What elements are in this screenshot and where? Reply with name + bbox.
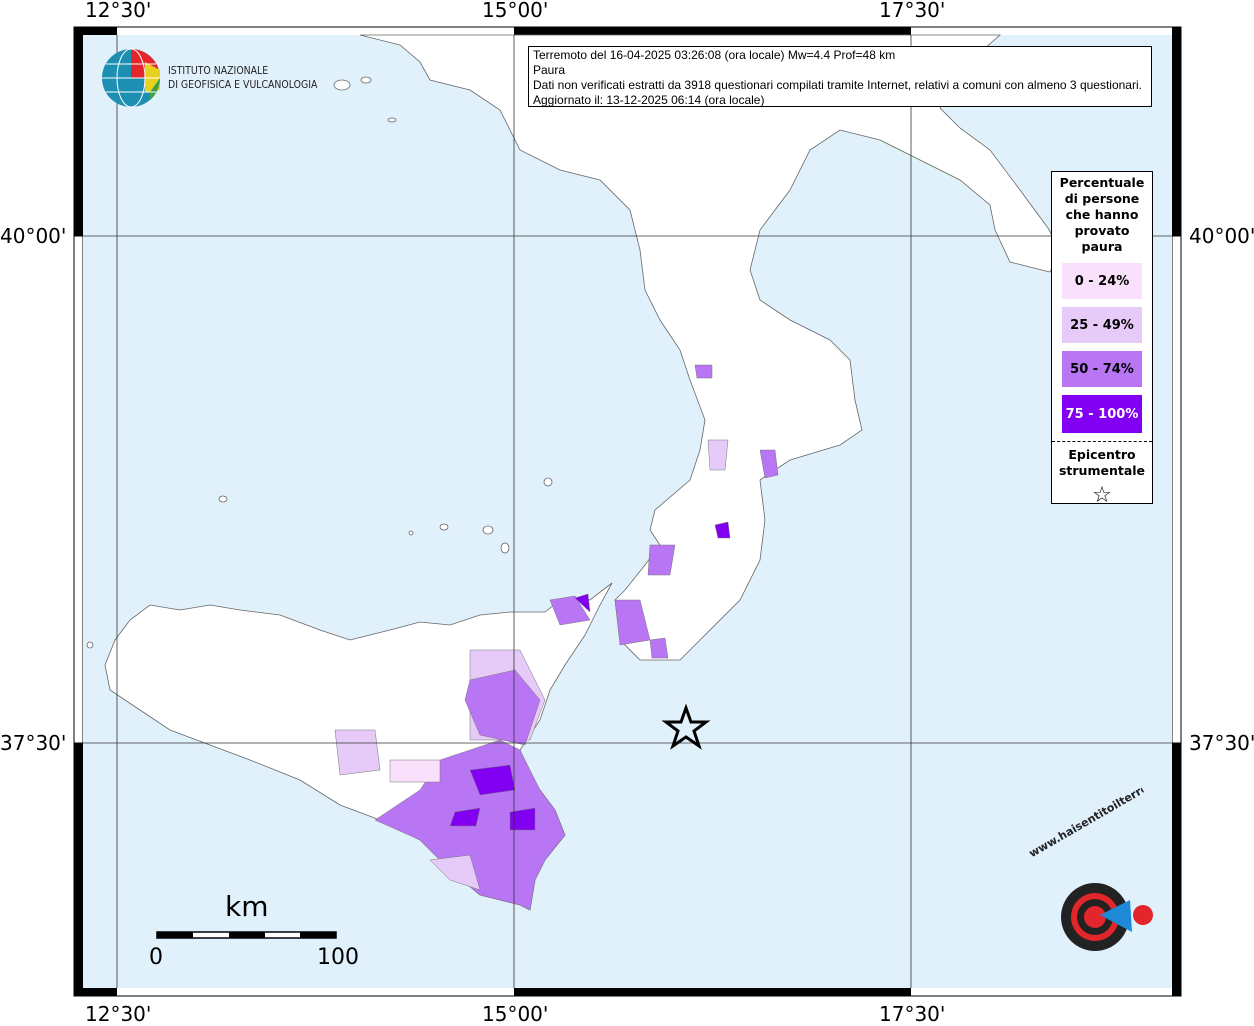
lon-label-top-1: 12°30' <box>85 0 152 22</box>
lon-label-top-2: 15°00' <box>482 0 549 22</box>
lon-label-bottom-3: 17°30' <box>879 1002 946 1026</box>
ingv-line1: ISTITUTO NAZIONALE <box>168 64 269 77</box>
scale-unit: km <box>225 890 269 923</box>
data-note: Dati non verificati estratti da 3918 que… <box>533 78 1142 92</box>
lon-label-bottom-1: 12°30' <box>85 1002 152 1026</box>
lat-label-right-2: 37°30' <box>1189 731 1254 755</box>
intensity-map <box>73 26 1182 997</box>
scale-min: 0 <box>149 945 163 970</box>
legend-class-label: 0 - 24% <box>1074 273 1130 289</box>
ingv-logo-globe <box>102 48 161 108</box>
map-parameter: Paura <box>533 63 566 77</box>
lat-label-right-1: 40°00' <box>1189 224 1254 248</box>
legend-epicenter-label: Epicentro strumentale <box>1058 447 1146 478</box>
legend-title: Percentuale di persone che hanno provato… <box>1059 175 1145 254</box>
legend-class-label: 50 - 74% <box>1070 361 1134 377</box>
legend-class-50-74: 50 - 74% <box>1062 351 1142 387</box>
legend: Percentuale di persone che hanno provato… <box>1051 171 1153 508</box>
ingv-logo-text: ISTITUTO NAZIONALE DI GEOFISICA E VULCAN… <box>168 64 317 92</box>
ingv-line2: DI GEOFISICA E VULCANOLOGIA <box>168 78 318 91</box>
legend-class-label: 25 - 49% <box>1070 317 1134 333</box>
lon-label-bottom-2: 15°00' <box>482 1002 549 1026</box>
lat-label-left-1: 40°00' <box>0 224 67 248</box>
scale-bar <box>156 931 337 939</box>
update-time: Aggiornato il: 13-12-2025 06:14 (ora loc… <box>533 93 765 107</box>
legend-class-75-100: 75 - 100% <box>1062 395 1142 433</box>
legend-class-25-49: 25 - 49% <box>1062 307 1142 343</box>
star-icon: ☆ <box>1092 483 1112 508</box>
event-info-box: Terremoto del 16-04-2025 03:26:08 (ora l… <box>528 46 1152 107</box>
legend-divider <box>1052 441 1152 442</box>
scale-max: 100 <box>317 945 359 970</box>
lon-label-top-3: 17°30' <box>879 0 946 22</box>
event-title: Terremoto del 16-04-2025 03:26:08 (ora l… <box>533 48 896 62</box>
lat-label-left-2: 37°30' <box>0 731 67 755</box>
legend-class-label: 75 - 100% <box>1065 406 1139 422</box>
legend-class-0-24: 0 - 24% <box>1062 263 1142 299</box>
